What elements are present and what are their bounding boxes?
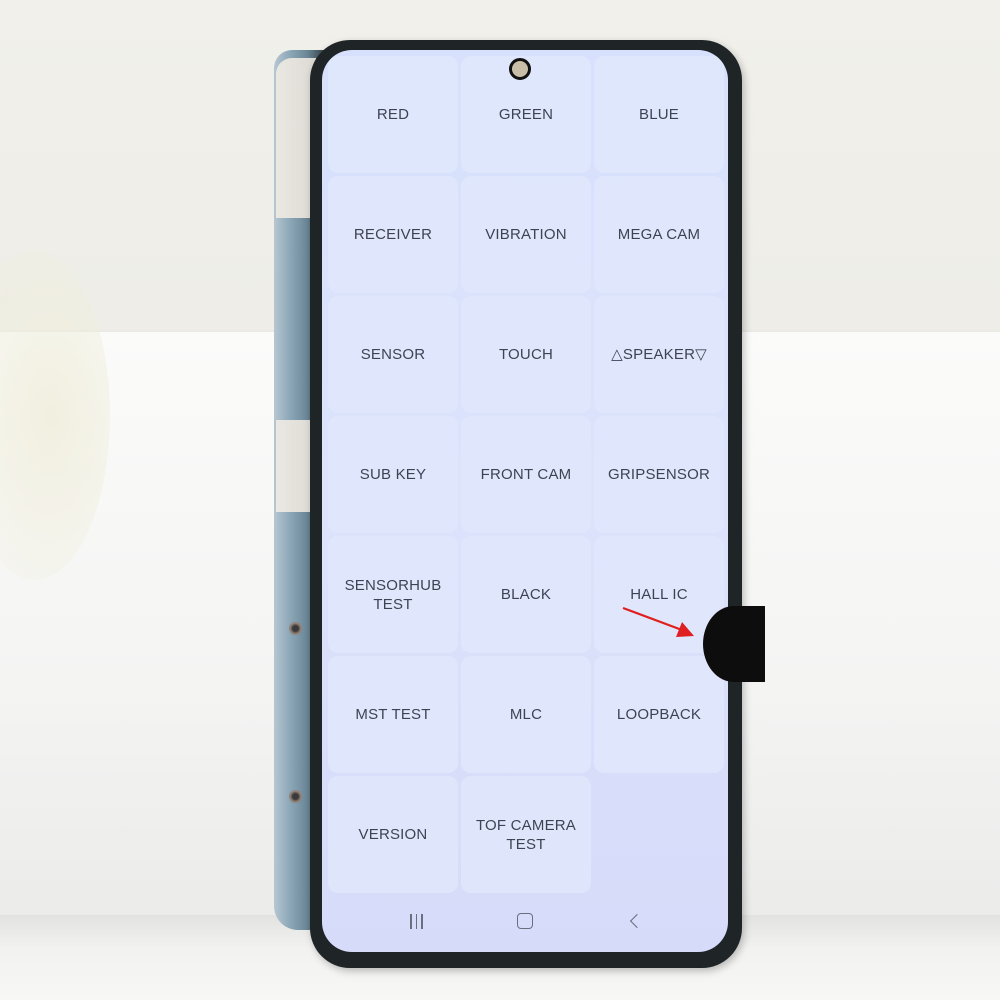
screw-icon [289, 790, 302, 803]
test-tile-mega-cam[interactable]: MEGA CAM [594, 176, 724, 293]
front-camera-punch-hole [509, 58, 531, 80]
recent-apps-icon [410, 913, 423, 929]
test-tile-receiver[interactable]: RECEIVER [328, 176, 458, 293]
home-button[interactable] [505, 906, 545, 936]
black-spot-defect [703, 606, 765, 682]
test-tile-red[interactable]: RED [328, 56, 458, 173]
navigation-bar [322, 890, 728, 952]
test-tile-sub-key[interactable]: SUB KEY [328, 416, 458, 533]
test-tile-mst-test[interactable]: MST TEST [328, 656, 458, 773]
test-tile-version[interactable]: VERSION [328, 776, 458, 893]
test-tile-tof-camera-test[interactable]: TOF CAMERA TEST [461, 776, 591, 893]
screw-icon [289, 622, 302, 635]
empty-tile-slot [594, 776, 724, 893]
phone-display-assembly: RED GREEN BLUE RECEIVER VIBRATION MEGA CAM SEN… [310, 40, 742, 968]
home-icon [516, 913, 533, 929]
test-tile-sensor[interactable]: SENSOR [328, 296, 458, 413]
recent-apps-button[interactable] [396, 906, 436, 936]
red-arrow-icon [622, 606, 694, 637]
test-tile-front-cam[interactable]: FRONT CAM [461, 416, 591, 533]
test-menu-grid: RED GREEN BLUE RECEIVER VIBRATION MEGA CAM SEN… [328, 56, 724, 893]
test-tile-mlc[interactable]: MLC [461, 656, 591, 773]
back-button[interactable] [614, 906, 654, 936]
test-tile-blue[interactable]: BLUE [594, 56, 724, 173]
test-tile-touch[interactable]: TOUCH [461, 296, 591, 413]
test-tile-loopback[interactable]: LOOPBACK [594, 656, 724, 773]
test-tile-gripsensor[interactable]: GRIPSENSOR [594, 416, 724, 533]
phone-screen: RED GREEN BLUE RECEIVER VIBRATION MEGA CAM SEN… [322, 50, 728, 952]
test-tile-speaker[interactable]: △SPEAKER▽ [594, 296, 724, 413]
test-tile-black[interactable]: BLACK [461, 536, 591, 653]
test-tile-sensorhub-test[interactable]: SENSORHUB TEST [328, 536, 458, 653]
back-icon [629, 913, 644, 929]
test-tile-vibration[interactable]: VIBRATION [461, 176, 591, 293]
